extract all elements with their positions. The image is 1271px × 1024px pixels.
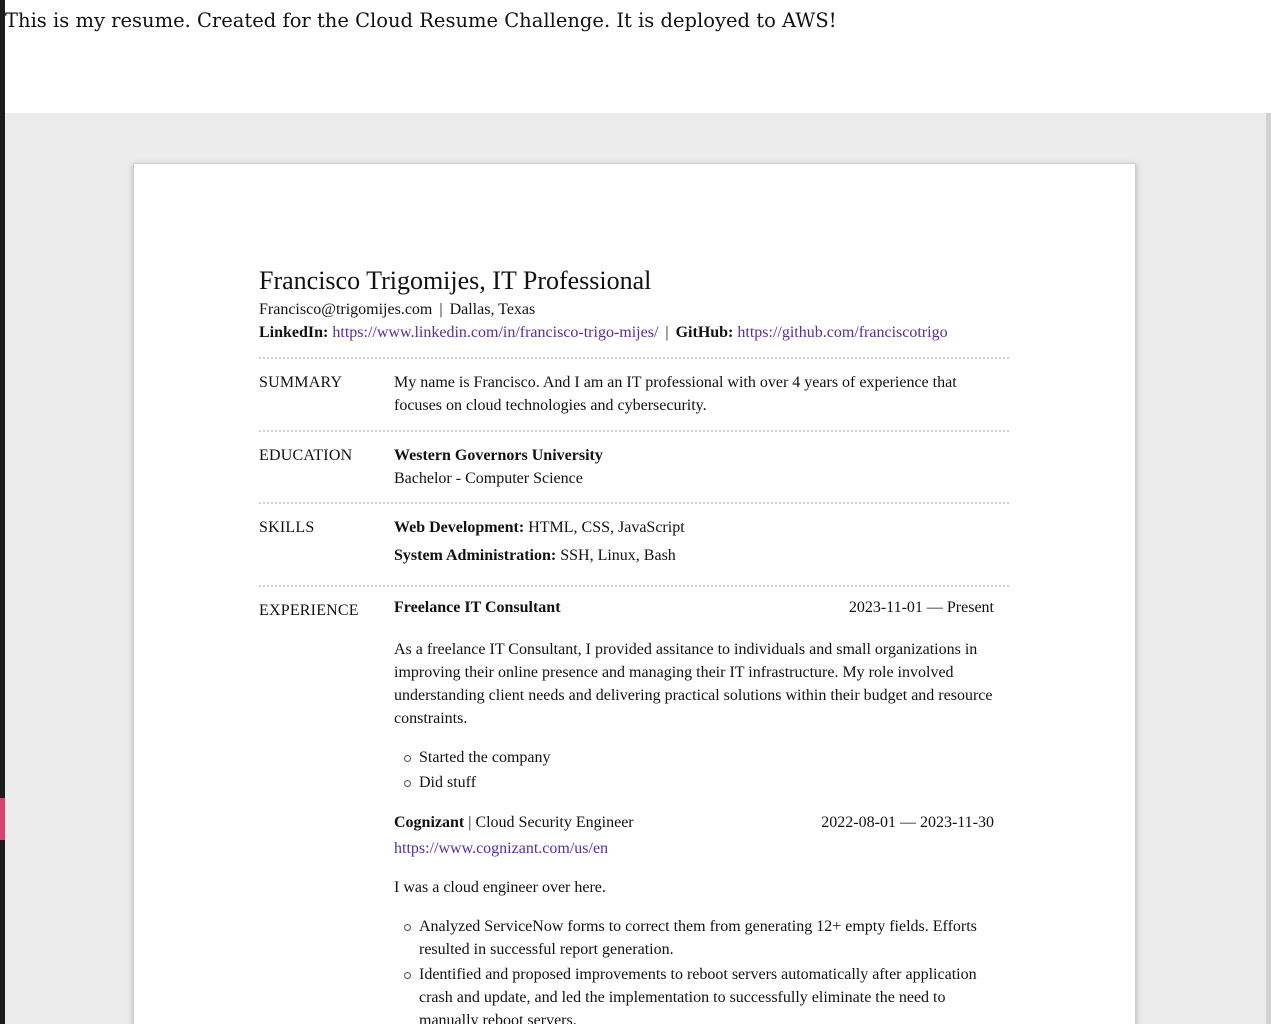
page-intro-text: This is my resume. Created for the Cloud… [5, 9, 837, 32]
job-bullets: Started the company Did stuff [394, 746, 994, 796]
job-title: Freelance IT Consultant [394, 599, 561, 616]
document-viewer[interactable]: Francisco Trigomijes, IT Professional Fr… [5, 113, 1266, 1024]
company-link-row: https://www.cognizant.com/us/en [394, 837, 994, 860]
company-link[interactable]: https://www.cognizant.com/us/en [394, 840, 608, 857]
list-item: Analyzed ServiceNow forms to correct the… [394, 915, 994, 961]
bullet-icon [404, 780, 411, 787]
summary-text: My name is Francisco. And I am an IT pro… [394, 374, 957, 414]
job-dates: 2022-08-01 — 2023-11-30 [821, 814, 994, 831]
resume-name: Francisco Trigomijes, IT Professional [259, 266, 652, 295]
job-description: I was a cloud engineer over here. [394, 879, 606, 896]
list-item: Did stuff [394, 771, 994, 794]
bullet-icon [404, 924, 411, 931]
section-divider [259, 585, 1009, 587]
separator: | [665, 324, 669, 341]
company-name: Cognizant [394, 814, 465, 831]
linkedin-link[interactable]: https://www.linkedin.com/in/francisco-tr… [332, 324, 658, 341]
scrollbar[interactable] [1266, 113, 1271, 1024]
bullet-icon [404, 972, 411, 979]
skills-list: Web Development: HTML, CSS, JavaScript S… [394, 516, 994, 567]
skills-heading: SKILLS [259, 519, 315, 536]
job-header: Freelance IT Consultant 2023-11-01 — Pre… [394, 599, 994, 622]
github-link[interactable]: https://github.com/franciscotrigo [737, 324, 947, 341]
bullet-icon [404, 755, 411, 762]
job-bullets: Analyzed ServiceNow forms to correct the… [394, 915, 994, 1024]
links-line: LinkedIn: https://www.linkedin.com/in/fr… [259, 324, 948, 342]
skill-values: HTML, CSS, JavaScript [528, 519, 685, 536]
education-entry: Western Governors University Bachelor - … [394, 444, 994, 490]
experience-heading: EXPERIENCE [259, 602, 359, 619]
linkedin-label: LinkedIn: [259, 324, 329, 341]
separator: | [439, 301, 443, 318]
section-divider [259, 430, 1009, 432]
list-item: Started the company [394, 746, 994, 769]
job-role: | Cloud Security Engineer [468, 814, 634, 831]
github-label: GitHub: [675, 324, 734, 341]
list-item: Identified and proposed improvements to … [394, 963, 994, 1024]
contact-line: Francisco@trigomijes.com | Dallas, Texas [259, 301, 535, 319]
section-divider [259, 502, 1009, 504]
degree-name: Bachelor - Computer Science [394, 470, 583, 487]
school-name: Western Governors University [394, 447, 603, 464]
skill-category: Web Development: [394, 519, 525, 536]
email-text: Francisco@trigomijes.com [259, 301, 433, 318]
job-header: Cognizant | Cloud Security Engineer 2022… [394, 814, 994, 837]
education-heading: EDUCATION [259, 447, 353, 464]
resume-page: Francisco Trigomijes, IT Professional Fr… [133, 163, 1136, 1024]
skill-category: System Administration: [394, 547, 557, 564]
summary-heading: SUMMARY [259, 374, 343, 391]
skill-row: Web Development: HTML, CSS, JavaScript [394, 516, 994, 539]
job-dates: 2023-11-01 — Present [848, 599, 994, 616]
section-divider [259, 357, 1009, 359]
skill-values: SSH, Linux, Bash [560, 547, 676, 564]
skill-row: System Administration: SSH, Linux, Bash [394, 544, 994, 567]
job-description: As a freelance IT Consultant, I provided… [394, 641, 993, 727]
location-text: Dallas, Texas [449, 301, 536, 318]
